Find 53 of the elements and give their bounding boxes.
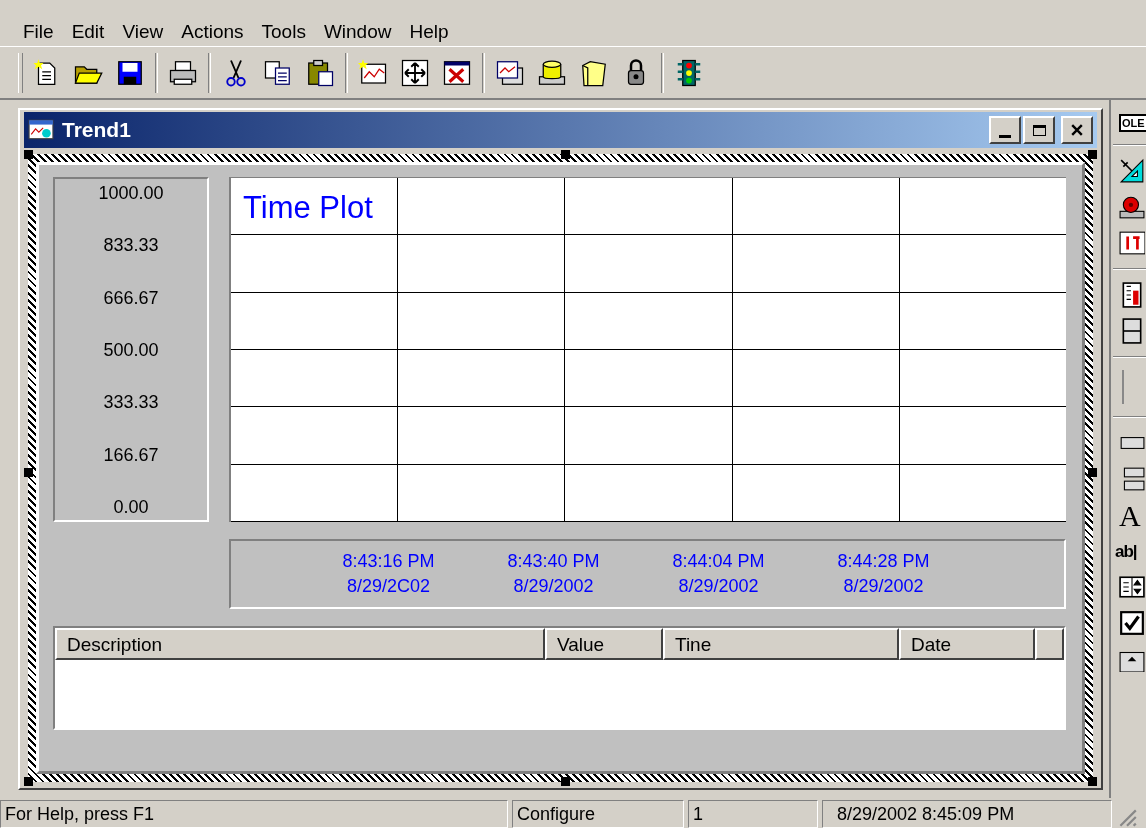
column-header[interactable]: Value [545, 628, 663, 660]
resize-handle[interactable] [560, 777, 570, 786]
x-axis-time: 8:44:28 PM [837, 551, 930, 572]
x-axis-date: 8/29/2002 [843, 576, 924, 597]
menu-item[interactable]: Window [314, 18, 401, 46]
x-axis-time: 8:44:04 PM [672, 551, 765, 572]
resize-handle[interactable] [24, 468, 33, 477]
x-axis-date: 8/29/2002 [678, 576, 759, 597]
resize-handle[interactable] [24, 150, 33, 159]
x-axis-date: 8/29/2002 [513, 576, 594, 597]
menu-item[interactable]: File [14, 18, 63, 46]
resize-handle[interactable] [24, 777, 33, 786]
y-axis-label: 833.33 [103, 235, 159, 257]
trend-window-icon [28, 119, 54, 141]
y-axis-label: 333.33 [103, 392, 159, 414]
menu-item[interactable]: Edit [62, 18, 114, 46]
y-axis-label: 0.00 [113, 496, 149, 518]
checkbox-icon[interactable] [1119, 610, 1145, 636]
menu-item[interactable]: Help [400, 18, 458, 46]
list-spin-icon[interactable] [1119, 574, 1145, 600]
x-axis-date: 8/29/2C02 [346, 576, 431, 597]
maximize-button[interactable] [1023, 116, 1055, 144]
menu-item[interactable]: Actions [172, 18, 253, 46]
window-title: Trend1 [62, 118, 131, 142]
resize-handle[interactable] [560, 150, 570, 159]
close-button[interactable] [1061, 116, 1093, 144]
paste-icon[interactable] [305, 57, 335, 88]
y-axis-label: 666.67 [103, 287, 159, 309]
text-tool[interactable]: A [1119, 502, 1141, 530]
edit-box-tool[interactable]: ab| [1115, 540, 1137, 564]
y-axis-label: 1000.00 [98, 183, 164, 204]
resize-handle[interactable] [1088, 777, 1097, 786]
menu-item[interactable]: View [113, 18, 173, 46]
y-axis-label: 166.67 [103, 444, 159, 466]
status-pane: 1 [688, 800, 818, 828]
close-icon [1071, 124, 1083, 136]
resize-handle[interactable] [1088, 150, 1097, 159]
status-pane: Configure [512, 800, 684, 828]
alarm-button-icon[interactable] [1119, 194, 1145, 220]
x-axis-time: 8:43:40 PM [507, 551, 600, 572]
menu-item[interactable]: Tools [252, 18, 315, 46]
status-pane: For Help, press F1 [0, 800, 508, 828]
resize-handle[interactable] [1088, 468, 1097, 477]
y-axis-label: 500.00 [103, 340, 159, 361]
move-arrows-icon[interactable] [400, 57, 430, 88]
column-header[interactable]: Tine [663, 628, 899, 660]
column-header[interactable]: Description [55, 628, 545, 660]
minimize-button[interactable] [989, 116, 1021, 144]
x-axis-time: 8:43:16 PM [342, 551, 435, 572]
column-header[interactable]: Date [899, 628, 1035, 660]
status-pane: 8/29/2002 8:45:09 PM [822, 800, 1112, 828]
counter-display-icon[interactable] [1119, 230, 1145, 256]
ole-object-icon[interactable]: OLE [1119, 114, 1146, 132]
